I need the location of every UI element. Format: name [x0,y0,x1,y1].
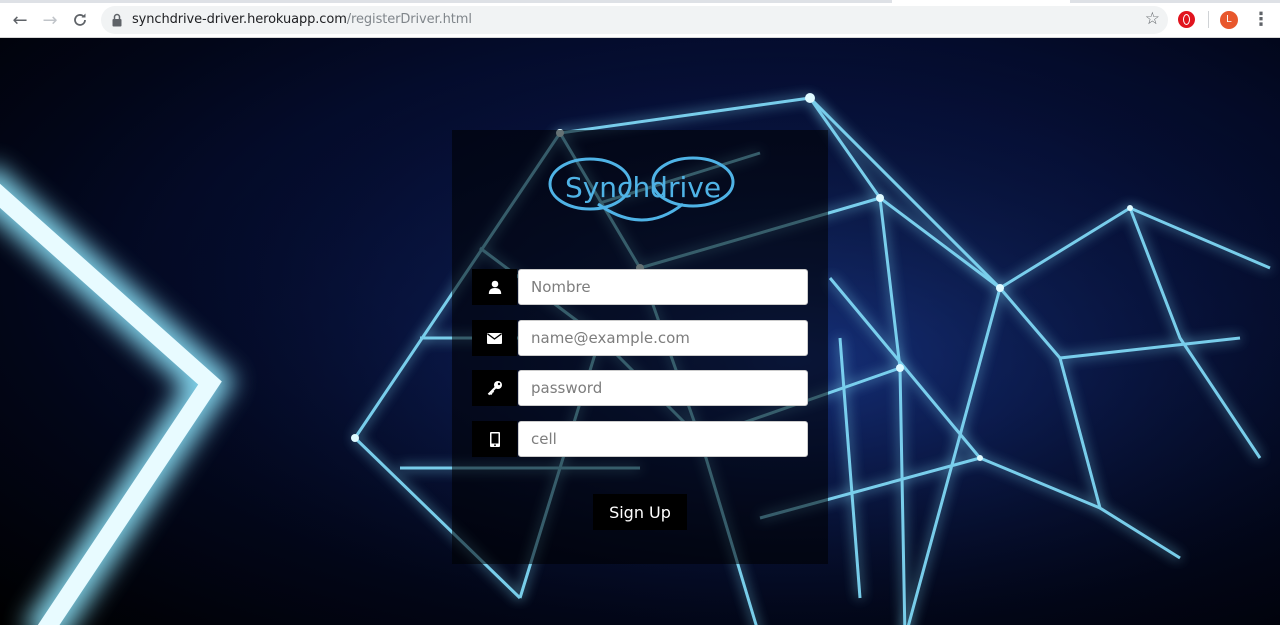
password-row [472,370,808,406]
profile-avatar[interactable]: L [1220,11,1238,29]
register-card: Synchdrive Nombre name@example.com cell … [452,130,828,564]
browser-toolbar: ← → synchdrive-driver.herokuapp.com/regi… [0,0,1280,38]
url-path: /registerDriver.html [346,12,472,27]
toolbar-divider [1208,11,1209,28]
email-input[interactable] [518,320,808,356]
name-input[interactable] [518,269,808,305]
name-row [472,269,808,305]
opera-extension-icon[interactable] [1178,11,1195,28]
user-icon [472,269,517,305]
reload-icon[interactable] [68,8,92,32]
back-arrow-icon[interactable]: ← [8,8,32,32]
email-row [472,320,808,356]
forward-arrow-icon[interactable]: → [38,8,62,32]
address-bar[interactable]: synchdrive-driver.herokuapp.com/register… [101,6,1168,34]
url-host: synchdrive-driver.herokuapp.com [132,12,347,27]
sign-up-button[interactable]: Sign Up [593,494,687,530]
cell-input[interactable] [518,421,808,457]
bookmark-star-icon[interactable]: ☆ [1145,9,1160,29]
tab-strip [0,0,1280,3]
key-icon [472,370,517,406]
page-background: Synchdrive Nombre name@example.com cell … [0,38,1280,625]
mobile-phone-icon [472,421,517,457]
password-input[interactable] [518,370,808,406]
lock-icon [112,13,122,27]
synchdrive-logo: Synchdrive [548,156,735,222]
logo-text: Synchdrive [565,171,721,204]
envelope-icon [472,320,517,356]
url-text: synchdrive-driver.herokuapp.com/register… [132,12,472,27]
cell-row [472,421,808,457]
more-menu-icon[interactable]: ⋮ [1252,8,1270,32]
